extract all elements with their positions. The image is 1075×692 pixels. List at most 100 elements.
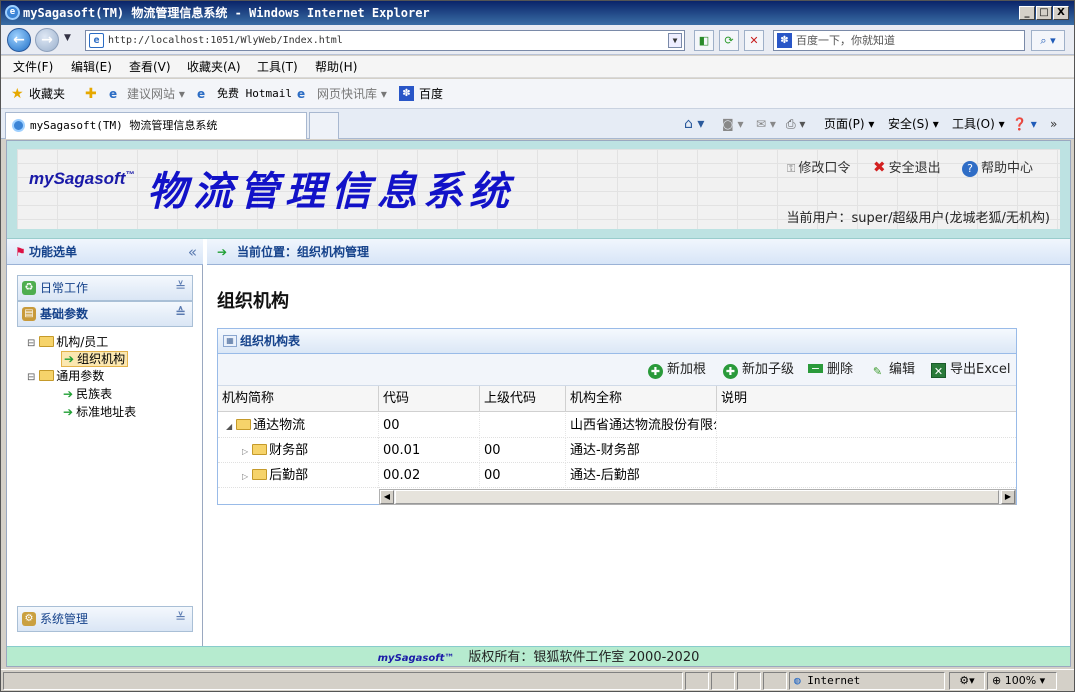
- add-root-button[interactable]: ✚ 新加根: [648, 354, 706, 386]
- tree-node-common[interactable]: ⊟ 通用参数: [27, 368, 104, 386]
- new-tab-button[interactable]: [309, 112, 339, 139]
- menu-view[interactable]: 查看(V): [129, 56, 171, 78]
- safety-menu[interactable]: 安全(S) ▾: [888, 109, 939, 139]
- status-panel: [737, 672, 761, 690]
- search-go-icon[interactable]: ⌕ ▾: [1031, 30, 1065, 51]
- history-dropdown-icon[interactable]: ▼: [64, 33, 71, 43]
- delete-button[interactable]: − 删除: [808, 354, 853, 386]
- column-header[interactable]: 机构简称: [218, 386, 379, 412]
- section-daily-label: 日常工作: [40, 281, 89, 295]
- chevron-more-icon[interactable]: »: [1050, 109, 1057, 139]
- table-row[interactable]: ◢ 通达物流 00 山西省通达物流股份有限公司: [218, 413, 1016, 438]
- mail-icon[interactable]: ✉ ▾: [756, 109, 776, 139]
- fav-suggested-sites[interactable]: 建议网站 ▾: [127, 79, 185, 109]
- export-excel-label: 导出Excel: [950, 362, 1011, 377]
- horizontal-scrollbar[interactable]: ◀ ▶: [379, 489, 1016, 505]
- edit-button[interactable]: ✎ 编辑: [870, 354, 915, 386]
- column-header[interactable]: 代码: [379, 386, 480, 412]
- tools-menu[interactable]: 工具(O) ▾: [952, 109, 1005, 139]
- help-icon[interactable]: ❓ ▾: [1012, 109, 1037, 139]
- maximize-button[interactable]: □: [1036, 6, 1052, 20]
- browser-tab[interactable]: mySagasoft(TM) 物流管理信息系统: [5, 112, 307, 139]
- system-title: 物流管理信息系统: [147, 168, 515, 215]
- refresh-icon[interactable]: ⟳: [719, 30, 739, 51]
- search-input[interactable]: ✽ 百度一下，你就知道: [773, 30, 1025, 51]
- zone-indicator[interactable]: ◍ Internet: [789, 672, 945, 690]
- home-icon[interactable]: ⌂ ▾: [684, 109, 704, 139]
- menu-favorites[interactable]: 收藏夹(A): [187, 56, 241, 78]
- address-dropdown-icon[interactable]: ▼: [668, 33, 682, 48]
- key-icon: ⚿: [787, 162, 796, 175]
- chevron-down-icon: ≚: [175, 280, 186, 295]
- menu-flag-icon: ⚑: [15, 245, 26, 259]
- stop-icon[interactable]: ✕: [744, 30, 764, 51]
- table-row[interactable]: ▷ 后勤部 00.02 00 通达-后勤部: [218, 463, 1016, 488]
- minimize-button[interactable]: _: [1019, 6, 1035, 20]
- fav-hotmail[interactable]: 免费 Hotmail: [217, 79, 292, 109]
- cell-name-text: 财务部: [269, 443, 309, 458]
- page-banner: mySagasoft™ 物流管理信息系统 ⚿ 修改口令 ✖ 安全退出 ? 帮助中心 当…: [7, 141, 1070, 239]
- menu-help[interactable]: 帮助(H): [315, 56, 357, 78]
- search-placeholder: 百度一下，你就知道: [796, 34, 895, 47]
- print-icon[interactable]: ⎙ ▾: [786, 109, 805, 139]
- menu-file[interactable]: 文件(F): [13, 56, 53, 78]
- zoom-control[interactable]: ⊕ 100% ▾: [987, 672, 1057, 690]
- add-child-button[interactable]: ✚ 新加子级: [723, 354, 794, 386]
- feeds-icon[interactable]: ◙ ▾: [722, 109, 743, 139]
- column-header[interactable]: 机构全称: [566, 386, 717, 412]
- back-button[interactable]: ←: [7, 28, 31, 52]
- cell-name-text: 后勤部: [269, 468, 309, 483]
- zone-label: Internet: [807, 674, 861, 687]
- grid-title: 组织机构表: [240, 334, 301, 348]
- page-menu[interactable]: 页面(P) ▾: [824, 109, 874, 139]
- recycle-icon: ♻: [22, 281, 36, 295]
- table-row[interactable]: ▷ 财务部 00.01 00 通达-财务部: [218, 438, 1016, 463]
- fav-web-slices[interactable]: 网页快讯库 ▾: [317, 79, 387, 109]
- tree-collapse-icon[interactable]: ⊟: [27, 372, 35, 383]
- close-icon: ✖: [873, 158, 886, 176]
- left-nav-header: ⚑ 功能选单 «: [7, 239, 203, 265]
- export-excel-button[interactable]: ✕ 导出Excel: [931, 354, 1010, 386]
- tree-expand-icon[interactable]: ◢: [226, 422, 232, 431]
- compat-view-icon[interactable]: ◧: [694, 30, 714, 51]
- menu-bar: 文件(F) 编辑(E) 查看(V) 收藏夹(A) 工具(T) 帮助(H): [1, 56, 1074, 78]
- delete-label: 删除: [827, 362, 854, 377]
- menu-tools[interactable]: 工具(T): [257, 56, 298, 78]
- add-favorite-icon[interactable]: ✚: [85, 79, 97, 109]
- column-header[interactable]: 上级代码: [480, 386, 566, 412]
- tree-expand-icon[interactable]: ▷: [242, 447, 248, 456]
- brand-logo: mySagasoft™: [29, 169, 134, 189]
- scroll-right-icon[interactable]: ▶: [1001, 490, 1015, 504]
- arrow-right-icon: ➔: [63, 405, 74, 419]
- tree-node-org-staff[interactable]: ⊟ 机构/员工: [27, 334, 108, 352]
- edit-label: 编辑: [889, 362, 916, 377]
- collapse-panel-icon[interactable]: «: [188, 239, 197, 265]
- section-basic-params[interactable]: ▤ 基础参数 ≙: [17, 301, 193, 327]
- tree-collapse-icon[interactable]: ⊟: [27, 338, 35, 349]
- fav-baidu[interactable]: 百度: [419, 79, 443, 109]
- menu-edit[interactable]: 编辑(E): [71, 56, 112, 78]
- logout-link[interactable]: ✖ 安全退出: [873, 157, 941, 176]
- folder-icon: [252, 469, 268, 480]
- section-system-admin[interactable]: ⚙ 系统管理 ≚: [17, 606, 193, 632]
- scroll-left-icon[interactable]: ◀: [380, 490, 394, 504]
- tree-node-org[interactable]: ➔ 组织机构: [61, 351, 129, 368]
- tree-node-ethnic[interactable]: ➔ 民族表: [63, 386, 112, 403]
- section-system-label: 系统管理: [40, 612, 89, 626]
- favorites-label[interactable]: 收藏夹: [29, 79, 65, 109]
- help-center-link[interactable]: ? 帮助中心: [962, 157, 1033, 177]
- tree-node-address[interactable]: ➔ 标准地址表: [63, 404, 136, 421]
- window-title-bar: e mySagasoft(TM) 物流管理信息系统 - Windows Inte…: [1, 1, 1074, 25]
- forward-button[interactable]: →: [35, 28, 59, 52]
- section-daily-work[interactable]: ♻ 日常工作 ≚: [17, 275, 193, 301]
- change-password-link[interactable]: ⚿ 修改口令: [787, 157, 850, 177]
- address-field[interactable]: e http://localhost:1051/WlyWeb/Index.htm…: [85, 30, 685, 51]
- column-header[interactable]: 说明: [717, 386, 1016, 412]
- close-window-button[interactable]: X: [1053, 6, 1069, 20]
- system-icon: ⚙: [22, 612, 36, 626]
- brand-logo-tm: ™: [125, 169, 135, 180]
- folder-open-icon: [39, 336, 55, 347]
- tree-expand-icon[interactable]: ▷: [242, 472, 248, 481]
- protected-mode-icon[interactable]: ⚙▾: [949, 672, 985, 690]
- scroll-thumb[interactable]: [395, 490, 999, 504]
